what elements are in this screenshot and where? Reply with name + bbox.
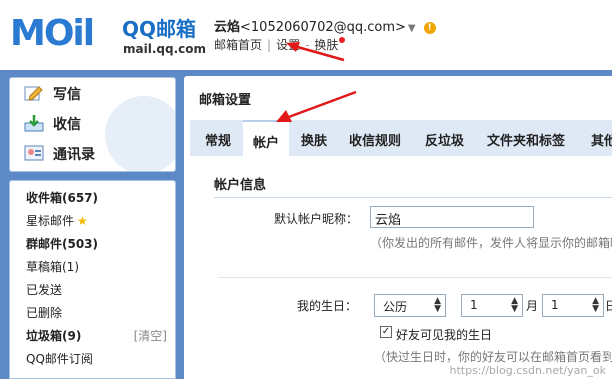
inbox-download-icon (24, 114, 44, 132)
top-links: 邮箱首页 | 设置 - 换肤 (214, 36, 346, 53)
nickname-label: 默认帐户昵称： (274, 212, 359, 226)
link-mail-home[interactable]: 邮箱首页 (214, 38, 262, 52)
day-select[interactable]: 1 ▲ ▼ (542, 294, 604, 317)
pencil-icon (24, 84, 44, 102)
month-select[interactable]: 1 ▲ ▼ (461, 294, 523, 317)
contacts-button[interactable]: 通讯录 (24, 144, 95, 166)
folder-spam[interactable]: 垃圾箱(9) (26, 327, 81, 344)
folder-subscribe[interactable]: QQ邮件订阅 (26, 350, 93, 367)
logo-domain: mail.qq.com (123, 42, 206, 56)
main-area: 邮箱设置 常规 帐户 换肤 收信规则 反垃圾 文件夹和标签 其他 帐户信息 默认… (184, 70, 612, 379)
receive-label: 收信 (53, 117, 81, 133)
penguin-watermark-icon (105, 96, 175, 171)
tab-other[interactable]: 其他 (591, 130, 612, 149)
logo-mail-text: MOil (10, 13, 95, 54)
tab-account[interactable]: 帐户 (243, 120, 290, 156)
birthday-label: 我的生日： (297, 299, 358, 313)
compose-label: 写信 (53, 87, 81, 103)
alert-icon[interactable]: ! (423, 22, 436, 34)
tab-general[interactable]: 常规 (205, 130, 231, 149)
divider (218, 277, 612, 278)
settings-panel: 邮箱设置 常规 帐户 换肤 收信规则 反垃圾 文件夹和标签 其他 帐户信息 默认… (184, 76, 612, 379)
folder-deleted[interactable]: 已删除 (26, 304, 62, 321)
month-value: 1 (470, 298, 478, 312)
new-dot-icon (339, 37, 346, 43)
qq-mail-logo[interactable]: MOil QQ邮箱 mail.qq.com (10, 13, 206, 58)
calendar-type-value: 公历 (383, 300, 408, 314)
tab-folders-labels[interactable]: 文件夹和标签 (487, 130, 565, 149)
user-email: <1052060702@qq.com> (240, 20, 406, 35)
chevron-down-icon[interactable]: ▼ (408, 23, 416, 34)
contacts-icon (24, 144, 44, 162)
stepper-icon: ▲ ▼ (434, 296, 441, 314)
nickname-hint: （你发出的所有邮件，发件人将显示你的邮箱昵 (370, 236, 612, 250)
link-settings[interactable]: 设置 (276, 38, 300, 52)
clear-spam-link[interactable]: [清空] (134, 327, 167, 344)
folder-sent[interactable]: 已发送 (26, 281, 62, 298)
birthday-hint: （快过生日时，你的好友可以在邮箱首页看到 (374, 350, 612, 364)
receive-button[interactable]: 收信 (24, 114, 81, 136)
show-birthday-label: 好友可见我的生日 (396, 328, 493, 342)
link-separator: - (305, 38, 310, 52)
user-name: 云焰 (214, 20, 241, 35)
link-separator: | (267, 38, 272, 52)
show-birthday-checkbox[interactable]: ✓ (380, 326, 392, 338)
month-unit: 月 (526, 299, 539, 313)
contacts-label: 通讯录 (53, 147, 95, 163)
folder-starred[interactable]: 星标邮件 ★ (26, 212, 88, 229)
tab-antispam[interactable]: 反垃圾 (425, 130, 464, 149)
quick-actions-panel: 写信 收信 通讯录 (9, 77, 176, 172)
page-title: 邮箱设置 (199, 93, 252, 108)
user-account[interactable]: 云焰<1052060702@qq.com> ▼! (214, 16, 436, 35)
stepper-icon: ▲ ▼ (592, 296, 599, 314)
header: MOil QQ邮箱 mail.qq.com 云焰<1052060702@qq.c… (0, 0, 612, 70)
watermark: https://blog.csdn.net/yan_ok (449, 364, 607, 377)
folder-list: 收件箱(657) 星标邮件 ★ 群邮件(503) 草稿箱(1) 已发送 已删除 垃… (9, 180, 176, 379)
link-skin[interactable]: 换肤 (314, 38, 338, 52)
folder-group[interactable]: 群邮件(503) (26, 235, 98, 252)
calendar-type-select[interactable]: 公历 ▲ ▼ (374, 294, 446, 317)
logo-brand: QQ邮箱 (122, 17, 197, 41)
tab-rules[interactable]: 收信规则 (349, 130, 401, 149)
settings-tabs: 常规 帐户 换肤 收信规则 反垃圾 文件夹和标签 其他 (190, 120, 612, 156)
star-icon: ★ (77, 214, 88, 228)
folder-starred-label: 星标邮件 (26, 214, 75, 228)
folder-inbox[interactable]: 收件箱(657) (26, 189, 98, 206)
folder-drafts[interactable]: 草稿箱(1) (26, 258, 79, 275)
section-account-info: 帐户信息 (214, 174, 612, 198)
compose-button[interactable]: 写信 (24, 84, 81, 106)
nickname-field[interactable]: 云焰 (370, 206, 534, 228)
day-value: 1 (551, 298, 559, 312)
tab-skin[interactable]: 换肤 (301, 130, 327, 149)
day-unit: 日 (605, 299, 612, 313)
stepper-icon: ▲ ▼ (511, 296, 518, 314)
